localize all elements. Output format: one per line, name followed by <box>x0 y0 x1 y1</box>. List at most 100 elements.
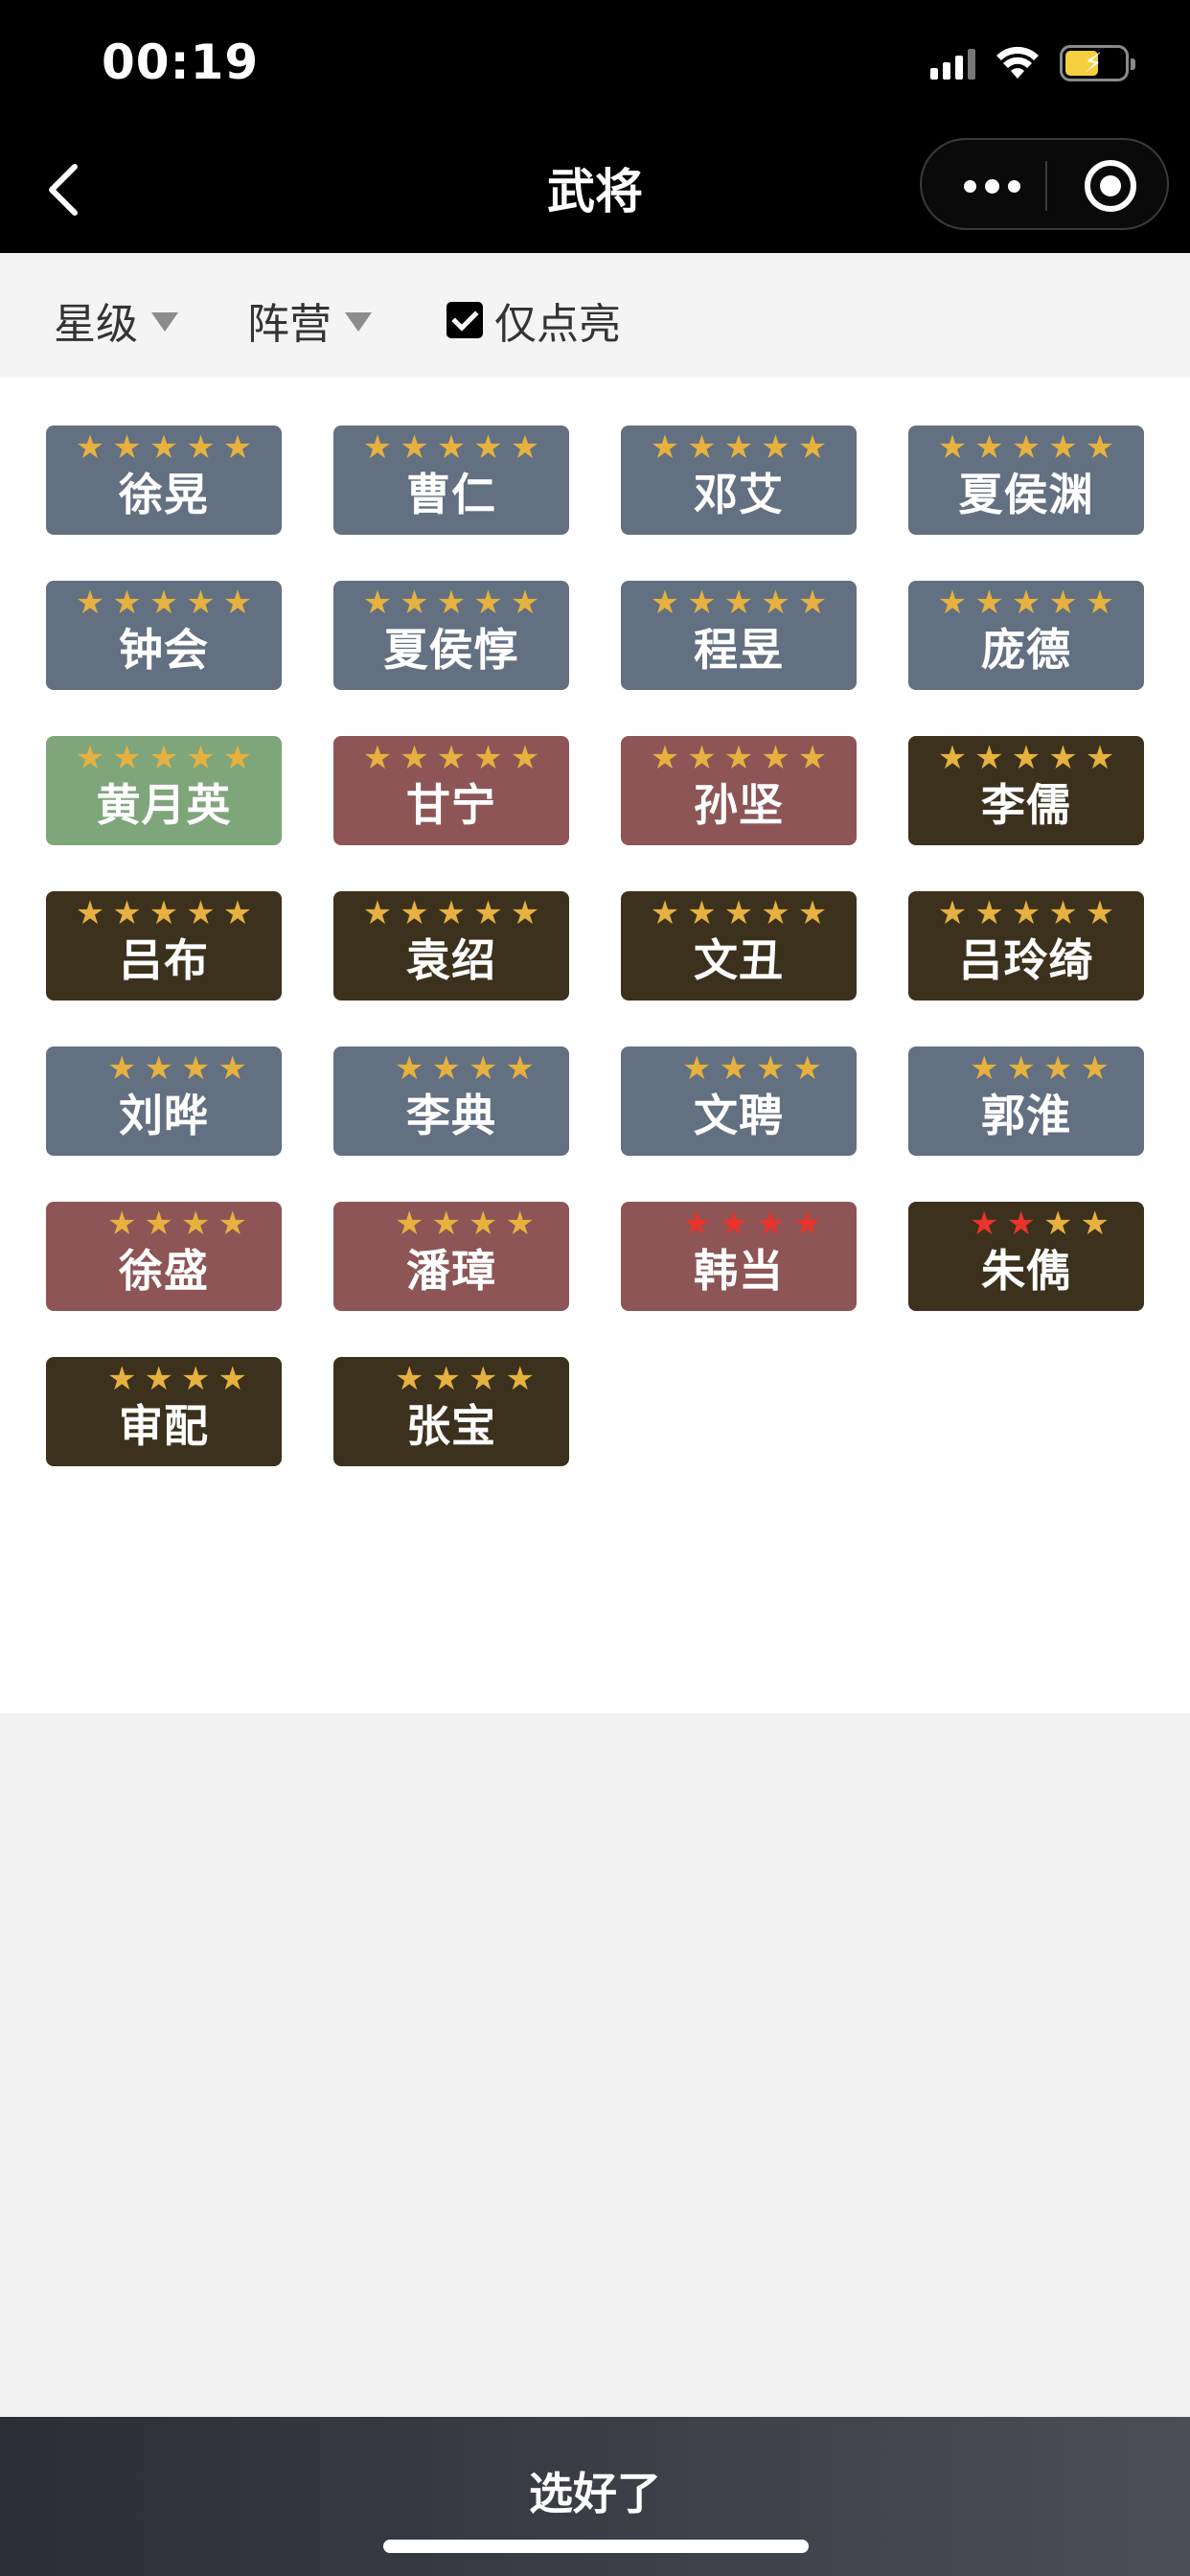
general-card[interactable]: ★ ★ ★ ★ ★ 徐晃 <box>46 426 282 535</box>
star-icon: ★ <box>761 739 790 777</box>
lit-only-label: 仅点亮 <box>494 300 621 349</box>
general-card[interactable]: ★ ★ ★ ★ ★ 甘宁 <box>333 736 569 845</box>
general-card[interactable]: ★ ★ ★ ★ 潘璋 <box>333 1202 569 1311</box>
star-icon: ★ <box>505 1205 535 1243</box>
star-icon: ★ <box>222 584 253 622</box>
star-icon: ★ <box>974 894 1004 932</box>
star-rating: ★ ★ ★ ★ ★ <box>621 429 857 466</box>
lit-only-toggle[interactable]: 仅点亮 <box>446 289 621 351</box>
star-icon: ★ <box>1048 739 1078 777</box>
confirm-bar[interactable]: 选好了 <box>0 2417 1190 2576</box>
triangle-down-icon <box>151 312 178 332</box>
star-icon: ★ <box>149 584 179 622</box>
general-card[interactable]: ★ ★ ★ ★ ★ 庞德 <box>908 581 1144 690</box>
general-name: 徐晃 <box>119 469 209 520</box>
star-icon: ★ <box>186 584 216 622</box>
star-icon: ★ <box>719 1049 748 1088</box>
general-card[interactable]: ★ ★ ★ ★ ★ 夏侯渊 <box>908 426 1144 535</box>
general-card[interactable]: ★ ★ ★ ★ ★ 邓艾 <box>621 426 857 535</box>
star-icon: ★ <box>217 1205 247 1243</box>
general-card[interactable]: ★ ★ ★ ★ ★ 钟会 <box>46 581 282 690</box>
star-icon: ★ <box>970 1205 999 1243</box>
star-icon: ★ <box>144 1205 173 1243</box>
star-level-filter-label: 星级 <box>54 300 138 349</box>
star-rating: ★ ★ ★ ★ ★ <box>333 740 569 776</box>
star-icon: ★ <box>650 739 680 777</box>
star-icon: ★ <box>792 1205 822 1243</box>
star-icon: ★ <box>469 1049 498 1088</box>
star-rating: ★ ★ ★ ★ ★ <box>333 895 569 932</box>
confirm-button[interactable]: 选好了 <box>0 2459 1190 2522</box>
star-rating: ★ ★ ★ ★ <box>333 1206 569 1242</box>
general-name: 钟会 <box>119 624 209 676</box>
general-card[interactable]: ★ ★ ★ ★ 审配 <box>46 1357 282 1466</box>
star-icon: ★ <box>797 894 828 932</box>
general-name: 李典 <box>406 1090 496 1141</box>
star-icon: ★ <box>1043 1205 1073 1243</box>
star-icon: ★ <box>400 428 429 467</box>
general-card[interactable]: ★ ★ ★ ★ 文聘 <box>621 1046 857 1156</box>
star-icon: ★ <box>650 428 680 467</box>
star-icon: ★ <box>761 584 790 622</box>
general-card[interactable]: ★ ★ ★ ★ ★ 曹仁 <box>333 426 569 535</box>
general-card[interactable]: ★ ★ ★ ★ 朱儁 <box>908 1202 1144 1311</box>
star-icon: ★ <box>505 1360 535 1398</box>
general-card[interactable]: ★ ★ ★ ★ ★ 孙坚 <box>621 736 857 845</box>
star-rating: ★ ★ ★ ★ ★ <box>46 740 282 776</box>
general-card[interactable]: ★ ★ ★ ★ 张宝 <box>333 1357 569 1466</box>
more-options-icon[interactable] <box>949 140 1035 232</box>
general-card[interactable]: ★ ★ ★ ★ 韩当 <box>621 1202 857 1311</box>
star-icon: ★ <box>1048 894 1078 932</box>
general-card[interactable]: ★ ★ ★ ★ 徐盛 <box>46 1202 282 1311</box>
general-name: 曹仁 <box>406 469 496 520</box>
star-rating: ★ ★ ★ ★ ★ <box>46 429 282 466</box>
star-icon: ★ <box>1080 1049 1110 1088</box>
star-rating: ★ ★ ★ ★ ★ <box>621 895 857 932</box>
general-name: 吕玲绮 <box>958 934 1094 986</box>
general-name: 徐盛 <box>119 1245 209 1297</box>
star-icon: ★ <box>400 584 429 622</box>
general-card[interactable]: ★ ★ ★ ★ 刘晔 <box>46 1046 282 1156</box>
star-icon: ★ <box>222 739 253 777</box>
star-icon: ★ <box>107 1049 137 1088</box>
general-card[interactable]: ★ ★ ★ ★ ★ 夏侯惇 <box>333 581 569 690</box>
star-icon: ★ <box>395 1360 424 1398</box>
faction-filter[interactable]: 阵营 <box>247 289 372 351</box>
star-icon: ★ <box>937 584 968 622</box>
star-icon: ★ <box>723 894 754 932</box>
filter-bar: 星级 阵营 仅点亮 <box>0 253 1190 378</box>
star-icon: ★ <box>505 1049 535 1088</box>
star-icon: ★ <box>756 1205 786 1243</box>
general-card[interactable]: ★ ★ ★ ★ ★ 程昱 <box>621 581 857 690</box>
star-level-filter[interactable]: 星级 <box>54 289 178 351</box>
star-icon: ★ <box>682 1205 712 1243</box>
star-rating: ★ ★ ★ ★ <box>621 1206 857 1242</box>
star-rating: ★ ★ ★ ★ ★ <box>333 585 569 621</box>
general-name: 潘璋 <box>406 1245 496 1297</box>
star-icon: ★ <box>687 894 717 932</box>
star-icon: ★ <box>362 894 393 932</box>
general-card[interactable]: ★ ★ ★ ★ ★ 文丑 <box>621 891 857 1000</box>
star-icon: ★ <box>761 894 790 932</box>
general-name: 审配 <box>119 1400 209 1452</box>
close-miniprogram-icon[interactable] <box>1085 160 1136 212</box>
star-icon: ★ <box>186 428 216 467</box>
general-card[interactable]: ★ ★ ★ ★ ★ 吕玲绮 <box>908 891 1144 1000</box>
star-icon: ★ <box>687 739 717 777</box>
general-card[interactable]: ★ ★ ★ ★ ★ 袁绍 <box>333 891 569 1000</box>
star-icon: ★ <box>400 739 429 777</box>
general-card[interactable]: ★ ★ ★ ★ ★ 黄月英 <box>46 736 282 845</box>
star-icon: ★ <box>1011 894 1041 932</box>
star-icon: ★ <box>400 894 429 932</box>
lit-only-checkbox[interactable] <box>446 302 483 338</box>
general-card[interactable]: ★ ★ ★ ★ ★ 李儒 <box>908 736 1144 845</box>
star-rating: ★ ★ ★ ★ <box>621 1050 857 1087</box>
star-icon: ★ <box>75 894 105 932</box>
general-card[interactable]: ★ ★ ★ ★ ★ 吕布 <box>46 891 282 1000</box>
star-rating: ★ ★ ★ ★ ★ <box>46 585 282 621</box>
general-card[interactable]: ★ ★ ★ ★ 郭淮 <box>908 1046 1144 1156</box>
general-name: 夏侯渊 <box>958 469 1094 520</box>
general-card[interactable]: ★ ★ ★ ★ 李典 <box>333 1046 569 1156</box>
star-icon: ★ <box>144 1360 173 1398</box>
battery-charging-icon: ⚡ <box>1060 45 1135 81</box>
